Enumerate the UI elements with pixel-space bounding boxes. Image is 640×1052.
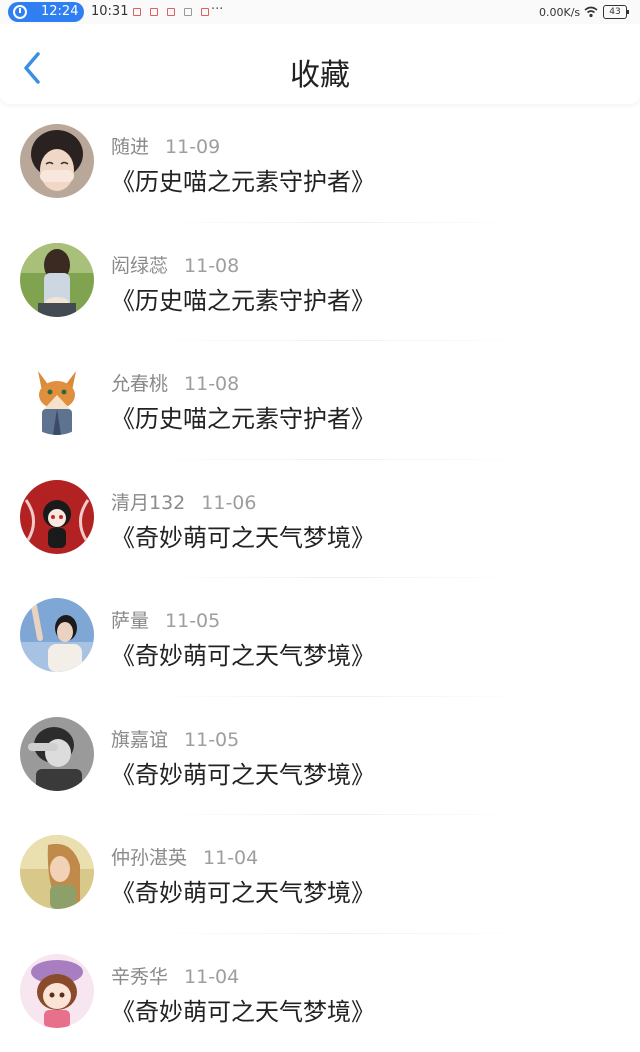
item-meta: 旗嘉谊 11-05	[111, 725, 239, 752]
item-date: 11-04	[203, 847, 258, 869]
item-meta: 允春桃 11-08	[111, 369, 239, 396]
avatar[interactable]	[20, 124, 94, 198]
item-user[interactable]: 闳绿蕊	[111, 255, 168, 277]
item-date: 11-06	[201, 492, 256, 514]
list-item[interactable]: 仲孙湛英 11-04 《奇妙萌可之天气梦境》	[0, 815, 640, 934]
item-date: 11-09	[165, 136, 220, 158]
item-user[interactable]: 清月132	[111, 492, 185, 514]
item-user[interactable]: 萨量	[111, 610, 149, 632]
item-user[interactable]: 仲孙湛英	[111, 847, 187, 869]
item-meta: 随进 11-09	[111, 132, 220, 159]
item-user[interactable]: 随进	[111, 136, 149, 158]
item-meta: 闳绿蕊 11-08	[111, 251, 239, 278]
item-title[interactable]: 《奇妙萌可之天气梦境》	[111, 873, 375, 908]
avatar[interactable]	[20, 243, 94, 317]
notification-icon	[201, 8, 209, 16]
item-title[interactable]: 《历史喵之元素守护者》	[111, 162, 375, 197]
item-meta: 清月132 11-06	[111, 488, 256, 515]
timer-icon	[13, 5, 27, 19]
battery-icon: 43	[603, 5, 627, 19]
list-item[interactable]: 清月132 11-06 《奇妙萌可之天气梦境》	[0, 460, 640, 579]
avatar[interactable]	[20, 835, 94, 909]
item-meta: 萨量 11-05	[111, 606, 220, 633]
network-speed: 0.00K/s	[539, 6, 580, 19]
notification-icon	[150, 8, 158, 16]
list-item[interactable]: 随进 11-09 《历史喵之元素守护者》	[0, 104, 640, 223]
list-item[interactable]: 辛秀华 11-04 《奇妙萌可之天气梦境》	[0, 934, 640, 1052]
page-title: 收藏	[0, 50, 640, 94]
more-notifications-icon: ···	[211, 2, 223, 17]
item-date: 11-08	[184, 373, 239, 395]
notification-icon	[133, 8, 141, 16]
item-title[interactable]: 《奇妙萌可之天气梦境》	[111, 755, 375, 790]
item-title[interactable]: 《奇妙萌可之天气梦境》	[111, 636, 375, 671]
item-title[interactable]: 《奇妙萌可之天气梦境》	[111, 518, 375, 553]
notification-icon	[167, 8, 175, 16]
avatar[interactable]	[20, 480, 94, 554]
app-header: 收藏	[0, 24, 640, 104]
item-date: 11-04	[184, 966, 239, 988]
call-timer-pill[interactable]: 12:24	[8, 2, 84, 22]
item-user[interactable]: 旗嘉谊	[111, 729, 168, 751]
notification-icons	[133, 8, 218, 16]
status-time: 10:31	[91, 4, 128, 19]
item-user[interactable]: 允春桃	[111, 373, 168, 395]
avatar[interactable]	[20, 717, 94, 791]
item-meta: 辛秀华 11-04	[111, 962, 239, 989]
list-item[interactable]: 闳绿蕊 11-08 《历史喵之元素守护者》	[0, 223, 640, 342]
item-title[interactable]: 《历史喵之元素守护者》	[111, 281, 375, 316]
favorites-list: 随进 11-09 《历史喵之元素守护者》 闳绿蕊 11-08 《历史喵之元素守护者》	[0, 104, 640, 1052]
avatar[interactable]	[20, 361, 94, 435]
list-item[interactable]: 允春桃 11-08 《历史喵之元素守护者》	[0, 341, 640, 460]
wifi-icon	[584, 6, 598, 18]
pill-time: 12:24	[41, 4, 78, 19]
item-date: 11-08	[184, 255, 239, 277]
status-bar: 12:24 10:31 ··· 0.00K/s 43	[0, 0, 640, 24]
notification-icon	[184, 8, 192, 16]
list-item[interactable]: 萨量 11-05 《奇妙萌可之天气梦境》	[0, 578, 640, 697]
item-meta: 仲孙湛英 11-04	[111, 843, 258, 870]
item-title[interactable]: 《奇妙萌可之天气梦境》	[111, 992, 375, 1027]
avatar[interactable]	[20, 598, 94, 672]
item-user[interactable]: 辛秀华	[111, 966, 168, 988]
avatar[interactable]	[20, 954, 94, 1028]
list-item[interactable]: 旗嘉谊 11-05 《奇妙萌可之天气梦境》	[0, 697, 640, 816]
item-date: 11-05	[165, 610, 220, 632]
item-title[interactable]: 《历史喵之元素守护者》	[111, 399, 375, 434]
item-date: 11-05	[184, 729, 239, 751]
